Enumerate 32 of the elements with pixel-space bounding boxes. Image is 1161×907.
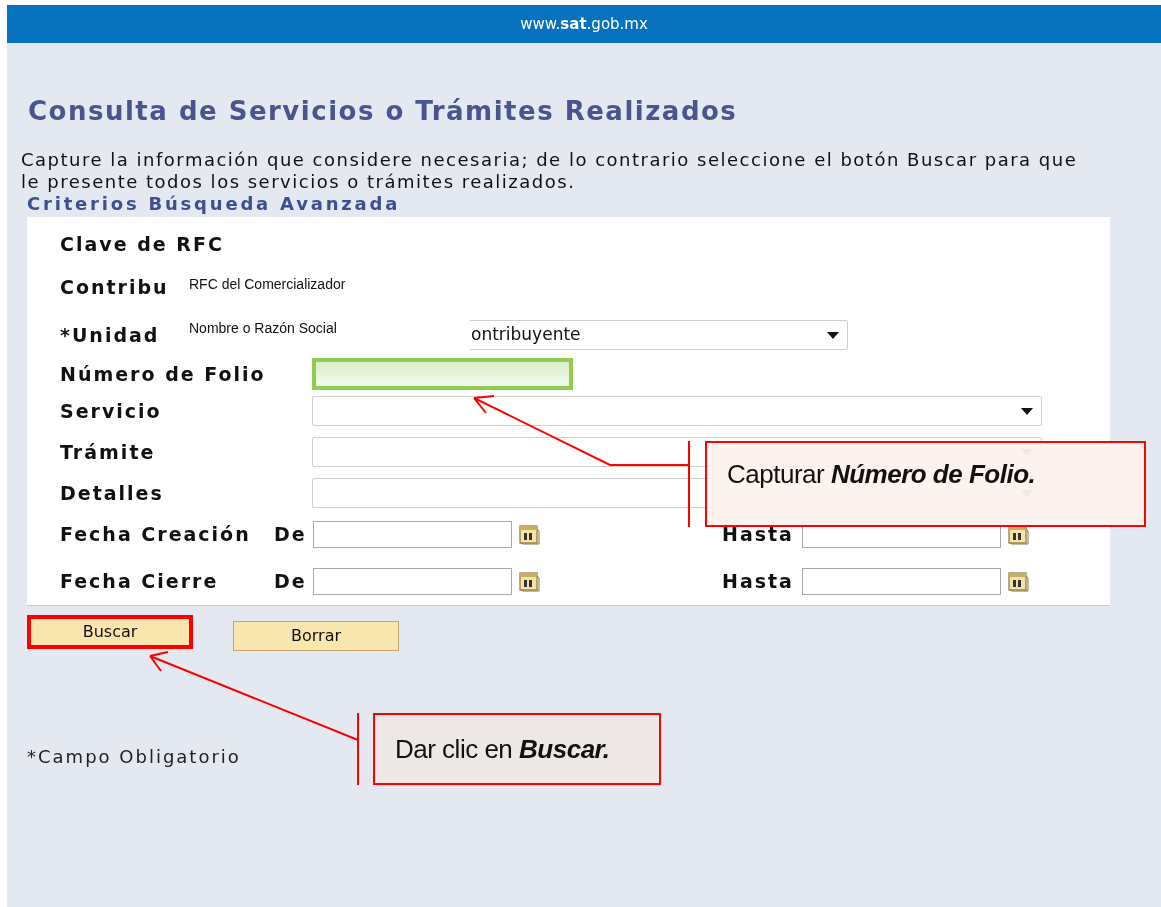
calendar-icon[interactable] (518, 570, 540, 592)
site-address: www.sat.gob.mx (520, 13, 648, 35)
date-field[interactable] (313, 567, 512, 595)
field-label: Hasta (722, 569, 794, 592)
page-title: Consulta de Servicios o Trámites Realizados (28, 95, 738, 127)
folio-field[interactable] (312, 358, 573, 390)
date-field[interactable] (313, 520, 512, 548)
field-label: Fecha Creación (60, 522, 251, 545)
field-label: Detalles (60, 481, 164, 504)
field-label: Trámite (60, 440, 156, 463)
calendar-icon[interactable] (1007, 570, 1029, 592)
field-label: Contribu (60, 275, 169, 298)
field-label: Servicio (60, 399, 162, 422)
field-label: Número de Folio (60, 362, 266, 385)
field-label: Fecha Cierre (60, 569, 219, 592)
caret-icon (1021, 407, 1033, 415)
calendar-icon[interactable] (518, 523, 540, 545)
instructions-text: Capture la información que considere necesaria; de lo contrario seleccione el botón Buscar para que le presente todos los servicios o trámites realizados. (21, 149, 1079, 193)
clear-button[interactable]: Borrar (233, 621, 399, 651)
search-button[interactable]: Buscar (27, 615, 193, 649)
field-label: De (274, 522, 307, 545)
date-field[interactable] (802, 567, 1001, 595)
field-label: *Unidad (60, 323, 160, 346)
section-title: Criterios Búsqueda Avanzada (27, 193, 401, 215)
field-label: De (274, 569, 307, 592)
caret-icon (827, 331, 839, 339)
annotation-tooltip: Capturar Número de Folio. (705, 441, 1146, 527)
required-note: *Campo Obligatorio (27, 745, 241, 769)
dropdown-option[interactable]: RFC del Comercializador (189, 275, 470, 293)
select-field[interactable] (312, 396, 1042, 426)
annotation-tooltip: Dar clic en Buscar. (373, 713, 661, 785)
field-label: Clave de RFC (60, 232, 224, 255)
